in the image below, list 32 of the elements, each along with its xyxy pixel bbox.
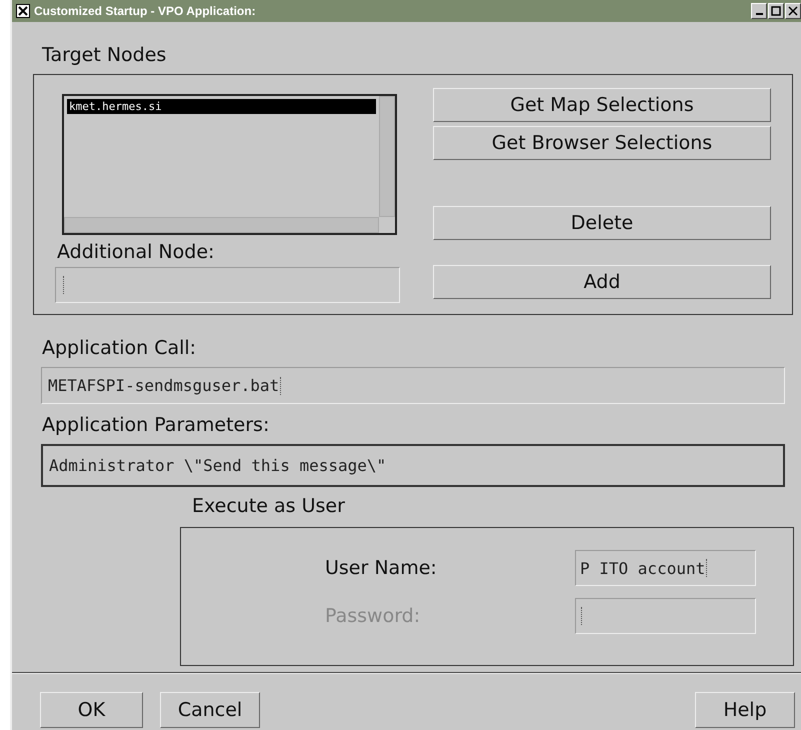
dialog-button[interactable]: Help xyxy=(695,692,795,728)
field-label: Application Parameters: xyxy=(42,414,270,436)
field-label: User Name: xyxy=(325,557,438,579)
x-logo-icon xyxy=(16,4,30,18)
list-item[interactable]: kmet.hermes.si xyxy=(67,99,376,114)
action-button[interactable]: Get Map Selections xyxy=(433,88,771,122)
minimize-icon xyxy=(756,13,762,15)
close-button[interactable] xyxy=(785,3,801,19)
input-field[interactable] xyxy=(575,598,756,634)
input-field[interactable]: METAFSPI-sendmsguser.bat xyxy=(41,367,785,404)
input-field[interactable]: P ITO account xyxy=(575,550,756,586)
minimize-button[interactable] xyxy=(751,3,767,19)
dialog-button[interactable]: OK xyxy=(40,692,143,728)
text-cursor-icon xyxy=(63,276,67,294)
input-field[interactable] xyxy=(55,267,400,303)
action-button[interactable]: Delete xyxy=(433,206,771,240)
horizontal-scrollbar[interactable] xyxy=(64,217,379,233)
section-label: Target Nodes xyxy=(42,44,168,66)
input-field[interactable]: Administrator \"Send this message\" xyxy=(41,444,785,487)
field-label: Password: xyxy=(325,605,422,627)
text-cursor-icon xyxy=(581,607,585,625)
maximize-button[interactable] xyxy=(768,3,784,19)
close-icon xyxy=(788,6,798,16)
action-button[interactable]: Add xyxy=(433,265,771,299)
dialog-button[interactable]: Cancel xyxy=(160,692,260,728)
maximize-icon xyxy=(771,6,781,16)
window-title: Customized Startup - VPO Application: xyxy=(34,4,256,18)
field-label: Application Call: xyxy=(42,337,198,359)
action-button[interactable]: Get Browser Selections xyxy=(433,126,771,160)
vertical-scrollbar[interactable] xyxy=(379,96,395,217)
section-label: Execute as User xyxy=(192,495,346,517)
field-label: Additional Node: xyxy=(57,241,216,263)
